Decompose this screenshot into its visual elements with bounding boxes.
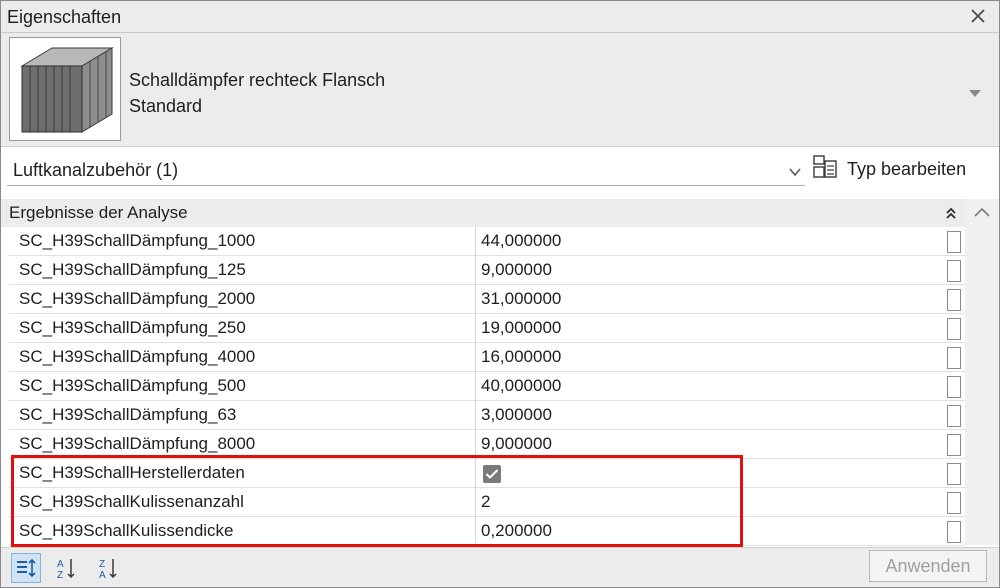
properties-palette: Eigenschaften Schalldämpfer rechteck Fla… xyxy=(0,0,1000,588)
silencer-thumbnail-icon xyxy=(9,37,121,141)
property-value[interactable]: 19,000000 xyxy=(481,318,561,338)
row-indicator xyxy=(947,260,961,282)
property-value[interactable]: 40,000000 xyxy=(481,376,561,396)
property-row[interactable]: SC_H39SchallDämpfung_1000 44,000000 xyxy=(9,227,965,256)
column-divider[interactable] xyxy=(475,285,476,314)
category-filter-label: Luftkanalzubehör (1) xyxy=(13,160,179,180)
chevron-down-icon[interactable] xyxy=(789,164,801,182)
property-name: SC_H39SchallDämpfung_500 xyxy=(19,376,246,395)
row-indicator xyxy=(947,318,961,340)
property-value[interactable]: 31,000000 xyxy=(481,289,561,309)
row-indicator xyxy=(947,231,961,253)
property-name: SC_H39SchallDämpfung_250 xyxy=(19,318,246,337)
property-name: SC_H39SchallDämpfung_2000 xyxy=(19,289,256,308)
property-row[interactable]: SC_H39SchallDämpfung_2000 31,000000 xyxy=(9,285,965,314)
family-name: Schalldämpfer rechteck Flansch xyxy=(129,70,386,90)
property-name: SC_H39SchallDämpfung_1000 xyxy=(19,231,256,250)
svg-text:Z: Z xyxy=(57,570,63,580)
group-header-label: Ergebnisse der Analyse xyxy=(9,203,188,222)
property-row[interactable]: SC_H39SchallDämpfung_500 40,000000 xyxy=(9,372,965,401)
column-divider[interactable] xyxy=(475,343,476,372)
sort-ascending-icon[interactable]: A Z xyxy=(51,553,81,583)
svg-text:A: A xyxy=(99,570,106,580)
property-name: SC_H39SchallDämpfung_63 xyxy=(19,405,237,424)
palette-title: Eigenschaften xyxy=(7,7,122,27)
property-row[interactable]: SC_H39SchallDämpfung_125 9,000000 xyxy=(9,256,965,285)
property-row[interactable]: SC_H39SchallDämpfung_250 19,000000 xyxy=(9,314,965,343)
row-indicator xyxy=(947,463,961,485)
property-value[interactable]: 16,000000 xyxy=(481,347,561,367)
property-row[interactable]: SC_H39SchallDämpfung_63 3,000000 xyxy=(9,401,965,430)
vertical-scrollbar[interactable] xyxy=(965,199,999,545)
row-indicator xyxy=(947,347,961,369)
property-value[interactable]: 44,000000 xyxy=(481,231,561,251)
row-indicator xyxy=(947,376,961,398)
property-value[interactable]: 3,000000 xyxy=(481,405,552,425)
group-header-analysis-results[interactable]: Ergebnisse der Analyse xyxy=(1,199,965,227)
categorized-sort-icon[interactable] xyxy=(11,553,41,583)
title-bar[interactable]: Eigenschaften xyxy=(1,1,999,33)
palette-footer: A Z Z A Anwenden xyxy=(1,547,999,587)
property-name: SC_H39SchallDämpfung_4000 xyxy=(19,347,256,366)
row-indicator xyxy=(947,289,961,311)
row-indicator xyxy=(947,521,961,543)
apply-button[interactable]: Anwenden xyxy=(869,550,987,582)
svg-text:A: A xyxy=(57,559,64,570)
filter-row: Luftkanalzubehör (1) Typ bearbeiten xyxy=(1,147,999,191)
property-value[interactable]: 9,000000 xyxy=(481,260,552,280)
chevron-down-icon[interactable] xyxy=(969,85,981,103)
property-value[interactable]: 9,000000 xyxy=(481,434,552,454)
category-filter-dropdown[interactable]: Luftkanalzubehör (1) xyxy=(7,154,805,186)
scroll-up-icon[interactable] xyxy=(973,205,991,223)
svg-text:Z: Z xyxy=(99,559,105,570)
column-divider[interactable] xyxy=(475,256,476,285)
row-indicator xyxy=(947,492,961,514)
edit-type-icon xyxy=(811,153,839,186)
row-indicator xyxy=(947,434,961,456)
sort-descending-icon[interactable]: Z A xyxy=(93,553,123,583)
edit-type-button[interactable]: Typ bearbeiten xyxy=(811,153,995,185)
edit-type-label: Typ bearbeiten xyxy=(847,158,967,179)
column-divider[interactable] xyxy=(475,401,476,430)
close-icon[interactable] xyxy=(967,5,989,27)
type-label: Standard xyxy=(129,96,203,116)
property-name: SC_H39SchallDämpfung_8000 xyxy=(19,434,256,453)
column-divider[interactable] xyxy=(475,372,476,401)
type-name: Schalldämpfer rechteck Flansch Standard xyxy=(129,67,385,119)
column-divider[interactable] xyxy=(475,314,476,343)
highlight-annotation-box xyxy=(11,455,743,547)
type-selector[interactable]: Schalldämpfer rechteck Flansch Standard xyxy=(1,33,999,147)
row-indicator xyxy=(947,405,961,427)
property-name: SC_H39SchallDämpfung_125 xyxy=(19,260,246,279)
collapse-icon[interactable] xyxy=(945,206,957,225)
column-divider[interactable] xyxy=(475,227,476,256)
property-row[interactable]: SC_H39SchallDämpfung_4000 16,000000 xyxy=(9,343,965,372)
